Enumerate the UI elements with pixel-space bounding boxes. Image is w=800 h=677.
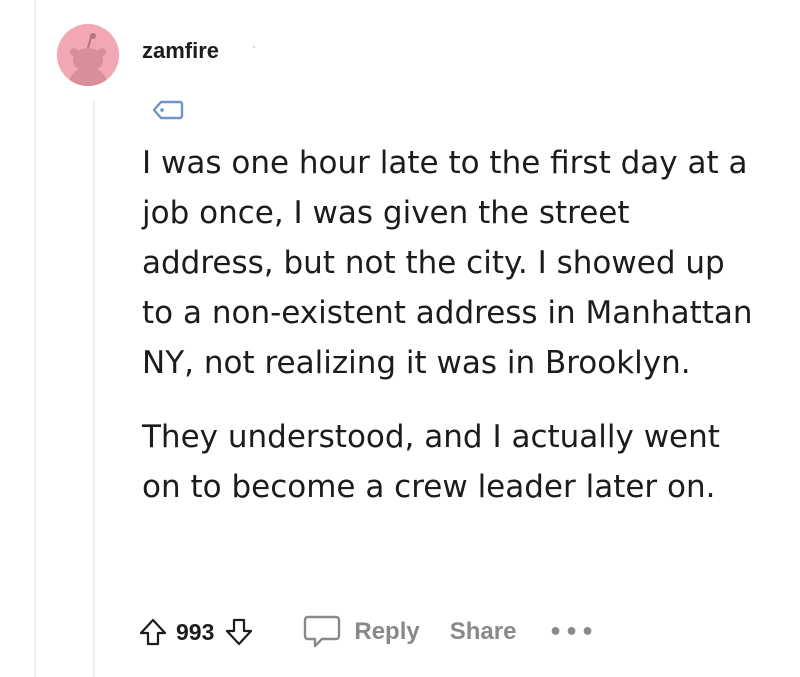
comment-paragraph: I was one hour late to the first day at … <box>142 145 753 381</box>
comment-actions: 993 Reply Share ••• <box>138 608 597 656</box>
arrow-up-icon[interactable] <box>138 617 168 647</box>
speech-bubble-icon <box>302 614 342 650</box>
thread-line[interactable] <box>34 0 36 677</box>
more-options-button[interactable]: ••• <box>548 620 596 645</box>
comment-body: I was one hour late to the first day at … <box>142 138 762 512</box>
avatar[interactable] <box>57 24 119 86</box>
comment-collapse-line[interactable] <box>93 100 95 677</box>
arrow-down-icon[interactable] <box>224 617 254 647</box>
reply-label: Reply <box>354 618 420 645</box>
separator-dot: · <box>252 40 257 56</box>
vote-score: 993 <box>176 618 215 645</box>
snoo-avatar-icon <box>57 24 119 86</box>
reply-button[interactable]: Reply <box>302 614 420 650</box>
comment-paragraph: They understood, and I actually went on … <box>142 419 720 505</box>
tag-icon <box>152 100 184 120</box>
username[interactable]: zamfire <box>142 38 219 64</box>
share-button[interactable]: Share <box>450 618 517 646</box>
